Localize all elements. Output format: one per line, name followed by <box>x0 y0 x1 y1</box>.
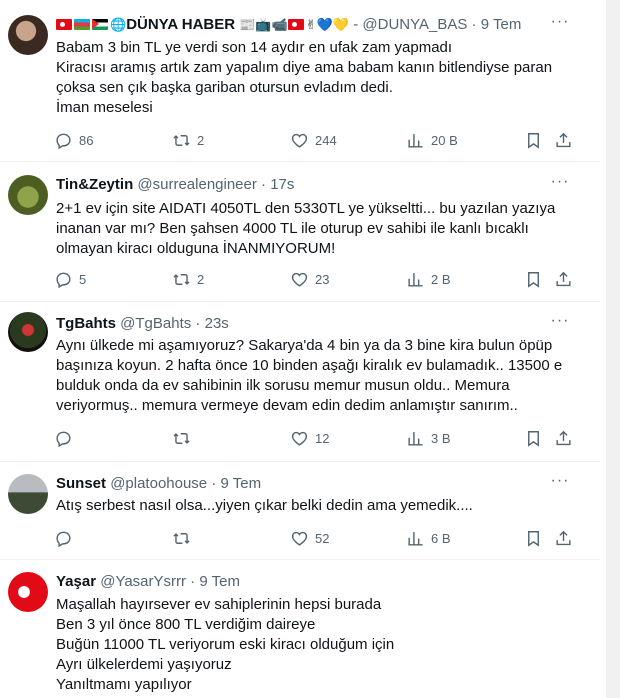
more-icon[interactable]: ··· <box>550 473 570 494</box>
reply-icon <box>54 429 73 448</box>
avatar[interactable] <box>8 312 48 352</box>
bookmark-button[interactable] <box>524 268 543 290</box>
tweet-text: 2+1 ev için site AIDATI 4050TL den 5330T… <box>56 200 556 257</box>
tweet-actions: 5 2 23 2 B <box>54 268 584 290</box>
tweet[interactable]: TgBahts @TgBahts · 23s ··· Aynı ülkede m… <box>0 302 600 462</box>
tweet-time[interactable]: 9 Tem <box>199 573 240 590</box>
retweet-icon <box>172 131 191 150</box>
views-icon <box>406 131 425 150</box>
reply-button[interactable]: 86 <box>54 129 93 151</box>
tweet-header: Tin&Zeytin @surrealengineer · 17s <box>56 176 295 193</box>
share-button[interactable] <box>554 129 573 151</box>
like-icon <box>290 131 309 150</box>
tweet-actions: 86 2 244 20 B <box>54 129 584 151</box>
views-icon <box>406 270 425 289</box>
bookmark-button[interactable] <box>524 527 543 549</box>
reply-icon <box>54 131 73 150</box>
flag-tr-icon <box>287 19 304 30</box>
tweet-header: 🌐DÜNYA HABER 📰📺📹 ✌💙💛 - @DUNYA_BAS · 9 Tem <box>56 15 576 35</box>
share-button[interactable] <box>554 427 573 449</box>
share-button[interactable] <box>554 527 573 549</box>
tweet-time[interactable]: 23s <box>205 315 229 332</box>
author-name[interactable]: Sunset <box>56 475 106 492</box>
more-icon[interactable]: ··· <box>550 14 570 35</box>
like-icon <box>290 270 309 289</box>
more-icon[interactable]: ··· <box>550 174 570 195</box>
views-icon <box>406 529 425 548</box>
tweet-actions: 12 3 B <box>54 427 584 449</box>
tweet-header: TgBahts @TgBahts · 23s <box>56 315 229 332</box>
tweet-text: Maşallah hayırsever ev sahiplerinin heps… <box>56 596 395 693</box>
views-icon <box>406 429 425 448</box>
author-name[interactable]: Tin&Zeytin <box>56 176 133 193</box>
retweet-icon <box>172 270 191 289</box>
scrollbar[interactable] <box>606 0 620 698</box>
tweet[interactable]: Sunset @platoohouse · 9 Tem ··· Atış ser… <box>0 462 600 560</box>
reply-icon <box>54 529 73 548</box>
author-name[interactable]: Yaşar <box>56 573 96 590</box>
like-icon <box>290 529 309 548</box>
author-handle[interactable]: @DUNYA_BAS <box>362 16 467 33</box>
like-button[interactable]: 244 <box>290 129 337 151</box>
like-button[interactable]: 23 <box>290 268 329 290</box>
heart-icons: ✌💙💛 <box>305 18 350 33</box>
retweet-icon <box>172 529 191 548</box>
tweet-header: Yaşar @YasarYsrrr · 9 Tem <box>56 573 240 590</box>
reply-button[interactable]: 5 <box>54 268 86 290</box>
retweet-button[interactable] <box>172 527 191 549</box>
views-button[interactable]: 3 B <box>406 427 451 449</box>
tweet-text: Aynı ülkede mi aşamıyoruz? Sakarya'da 4 … <box>56 337 563 414</box>
flag-ps-icon <box>92 19 108 30</box>
retweet-button[interactable]: 2 <box>172 268 204 290</box>
share-icon <box>554 131 573 150</box>
tweet-time[interactable]: 9 Tem <box>481 16 522 33</box>
tweet-text: Babam 3 bin TL ye verdi son 14 aydır en … <box>56 39 553 116</box>
retweet-button[interactable]: 2 <box>172 129 204 151</box>
views-button[interactable]: 6 B <box>406 527 451 549</box>
share-icon <box>554 429 573 448</box>
share-icon <box>554 529 573 548</box>
tweet[interactable]: Tin&Zeytin @surrealengineer · 17s ··· 2+… <box>0 162 600 302</box>
tweet[interactable]: 🌐DÜNYA HABER 📰📺📹 ✌💙💛 - @DUNYA_BAS · 9 Tem… <box>0 0 600 162</box>
views-button[interactable]: 20 B <box>406 129 458 151</box>
avatar[interactable] <box>8 175 48 215</box>
tweet[interactable]: Yaşar @YasarYsrrr · 9 Tem Maşallah hayır… <box>0 560 600 698</box>
bookmark-icon <box>524 270 543 289</box>
avatar[interactable] <box>8 572 48 612</box>
more-icon[interactable]: ··· <box>550 313 570 334</box>
retweet-button[interactable] <box>172 427 191 449</box>
tweet-time[interactable]: 17s <box>270 176 294 193</box>
reply-icon <box>54 270 73 289</box>
tweet-text: Atış serbest nasıl olsa...yiyen çıkar be… <box>56 497 473 514</box>
share-icon <box>554 270 573 289</box>
like-button[interactable]: 52 <box>290 527 329 549</box>
tweet-actions: 52 6 B <box>54 527 584 549</box>
bookmark-icon <box>524 429 543 448</box>
views-button[interactable]: 2 B <box>406 268 451 290</box>
bookmark-icon <box>524 131 543 150</box>
bookmark-icon <box>524 529 543 548</box>
globe-icon: 🌐 <box>110 18 127 33</box>
bookmark-button[interactable] <box>524 129 543 151</box>
author-handle[interactable]: @YasarYsrrr <box>100 573 186 590</box>
bookmark-button[interactable] <box>524 427 543 449</box>
avatar[interactable] <box>8 474 48 514</box>
retweet-icon <box>172 429 191 448</box>
reply-button[interactable] <box>54 427 73 449</box>
author-handle[interactable]: @TgBahts <box>120 315 191 332</box>
tweet-header: Sunset @platoohouse · 9 Tem <box>56 475 262 492</box>
like-icon <box>290 429 309 448</box>
flag-tr-icon <box>56 19 72 30</box>
author-name[interactable]: TgBahts <box>56 315 116 332</box>
share-button[interactable] <box>554 268 573 290</box>
reply-button[interactable] <box>54 527 73 549</box>
like-button[interactable]: 12 <box>290 427 329 449</box>
author-handle[interactable]: @surrealengineer <box>137 176 256 193</box>
tweet-time[interactable]: 9 Tem <box>221 475 262 492</box>
avatar[interactable] <box>8 15 48 55</box>
author-name[interactable]: DÜNYA HABER <box>126 16 235 33</box>
flag-az-icon <box>74 19 90 30</box>
newspaper-icon: 📰📺📹 <box>235 18 288 33</box>
author-handle[interactable]: @platoohouse <box>110 475 207 492</box>
